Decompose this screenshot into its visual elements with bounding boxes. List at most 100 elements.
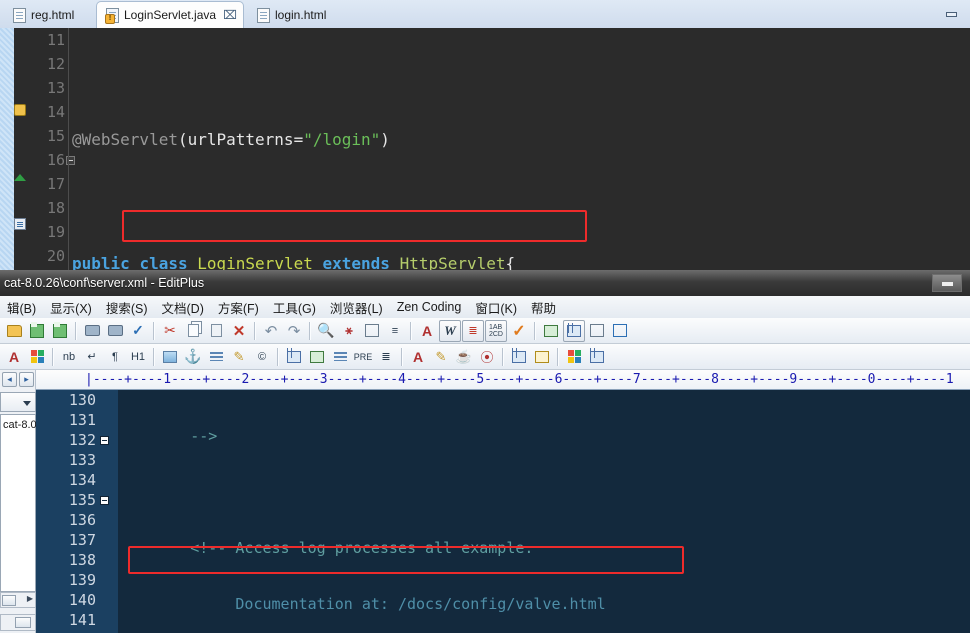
sidebar-nav-buttons: ◂ ▸	[2, 372, 34, 387]
save-icon[interactable]	[26, 320, 48, 342]
editor-tab-login-html[interactable]: login.html	[248, 2, 348, 28]
line-numbers-icon[interactable]: ≡	[384, 320, 406, 342]
paste-icon[interactable]	[205, 320, 227, 342]
menu-item-browser[interactable]: 浏览器(L)	[323, 298, 390, 317]
menu-item-view[interactable]: 显示(X)	[43, 298, 99, 317]
line-number: 130	[68, 391, 96, 409]
color-palette-icon[interactable]	[26, 346, 48, 368]
editplus-toolbar-row1: ✓ ✂ ✕ ↶ ↷ 🔍 ⚹ ≡ A W ≣ 1AB 2CD ✓	[0, 318, 970, 344]
line-number: 140	[68, 591, 96, 609]
list-view-icon[interactable]	[540, 320, 562, 342]
italic-w-icon[interactable]: W	[439, 319, 461, 342]
text-color-icon[interactable]: A	[3, 346, 25, 368]
heading-icon[interactable]: H1	[127, 346, 149, 368]
warning-marker-icon[interactable]	[14, 104, 26, 116]
collapse-arrow-icon[interactable]	[14, 174, 26, 181]
editplus-titlebar[interactable]: cat-8.0.26\conf\server.xml - EditPlus	[0, 270, 970, 296]
save-all-icon[interactable]	[49, 320, 71, 342]
spell-ok-icon[interactable]: ✓	[508, 320, 530, 342]
editor-tab-reg-html[interactable]: reg.html	[4, 2, 96, 28]
table-icon[interactable]	[283, 346, 305, 368]
menu-item-edit[interactable]: 辑(B)	[0, 298, 43, 317]
menu-item-window[interactable]: 窗口(K)	[468, 298, 524, 317]
code-line: -->	[190, 427, 218, 445]
toolbar-separator	[75, 321, 77, 340]
preview-icon[interactable]	[586, 320, 608, 342]
menu-item-zen-coding[interactable]: Zen Coding	[390, 300, 469, 314]
line-number: 13	[46, 79, 65, 97]
list-item[interactable]: cat-8.0	[1, 415, 37, 435]
toolbar-separator	[153, 347, 155, 366]
line-number: 19	[46, 223, 65, 241]
task-note-icon[interactable]	[14, 218, 26, 230]
editor-tab-label: LoginServlet.java	[124, 8, 217, 22]
color-grid-icon[interactable]	[563, 346, 585, 368]
find-replace-icon[interactable]: ⚹	[338, 320, 360, 342]
fold-toggle-icon[interactable]	[100, 496, 109, 505]
anchor-icon[interactable]: ⚓	[182, 346, 204, 368]
layout-view-icon[interactable]	[563, 319, 585, 342]
list-icon[interactable]: ≣	[375, 346, 397, 368]
edit-note-icon[interactable]: ✎	[228, 346, 250, 368]
eclipse-code-text[interactable]: @WebServlet(urlPatterns="/login") public…	[72, 28, 970, 633]
toolbar-separator	[52, 347, 54, 366]
doc-style-icon[interactable]: A	[407, 346, 429, 368]
redo-icon[interactable]: ↷	[283, 320, 305, 342]
goto-icon[interactable]	[361, 320, 383, 342]
close-icon[interactable]: ⌧	[223, 8, 237, 22]
form-field-icon[interactable]	[306, 346, 328, 368]
editplus-minimize-button[interactable]	[932, 274, 962, 292]
nav-next-button[interactable]: ▸	[19, 372, 34, 387]
menu-item-help[interactable]: 帮助	[524, 298, 563, 317]
menu-item-search[interactable]: 搜索(S)	[99, 298, 155, 317]
line-number: 138	[68, 551, 96, 569]
doc-edit-icon[interactable]: ✎	[430, 346, 452, 368]
nav-prev-button[interactable]: ◂	[2, 372, 17, 387]
editor-tab-loginservlet-java[interactable]: ! LoginServlet.java ⌧	[96, 1, 244, 28]
undo-icon[interactable]: ↶	[260, 320, 282, 342]
sidebar-bottom-scrollbar[interactable]	[0, 614, 36, 631]
browser-icon[interactable]	[609, 320, 631, 342]
sidebar-file-list[interactable]: cat-8.0	[0, 414, 37, 592]
pre-tag-icon[interactable]: PRE	[352, 346, 374, 368]
dialog-icon[interactable]	[508, 346, 530, 368]
code-line: Documentation at: /docs/config/valve.htm…	[235, 595, 606, 613]
toolbar-separator	[277, 347, 279, 366]
paragraph-icon[interactable]: ¶	[104, 346, 126, 368]
copyright-icon[interactable]: ©	[251, 346, 273, 368]
editplus-sidebar: ◂ ▸ cat-8.0	[0, 370, 37, 633]
sidebar-directory-dropdown[interactable]	[0, 392, 36, 412]
copy-icon[interactable]	[182, 320, 204, 342]
editplus-code-editor[interactable]: 130 131 132 133 134 135 136 137 138 139 …	[36, 390, 970, 633]
case-convert-icon[interactable]: 1AB 2CD	[485, 319, 507, 342]
menu-item-tools[interactable]: 工具(G)	[266, 298, 323, 317]
properties-icon[interactable]	[531, 346, 553, 368]
align-right-icon[interactable]	[329, 346, 351, 368]
line-number: 136	[68, 511, 96, 529]
print-preview-icon[interactable]	[81, 320, 103, 342]
sidebar-horizontal-scrollbar[interactable]	[0, 592, 36, 608]
panel-icon[interactable]	[586, 346, 608, 368]
eclipse-minimize-button[interactable]	[945, 8, 960, 19]
newline-icon[interactable]: ↵	[81, 346, 103, 368]
image-icon[interactable]	[159, 346, 181, 368]
eclipse-annotation-gutter[interactable]	[14, 28, 27, 270]
font-color-icon[interactable]: A	[416, 320, 438, 342]
fold-toggle-icon[interactable]	[100, 436, 109, 445]
open-folder-icon[interactable]	[3, 320, 25, 342]
eclipse-code-editor[interactable]: 11 12 13 14 15 16 17 18 19 20 @WebServle…	[0, 28, 970, 633]
cut-icon[interactable]: ✂	[159, 320, 181, 342]
eclipse-overview-ruler[interactable]	[0, 28, 14, 270]
coffee-icon[interactable]: ☕	[453, 346, 475, 368]
spellcheck-icon[interactable]: ✓	[127, 320, 149, 342]
align-icon[interactable]	[205, 346, 227, 368]
nb-entity-icon[interactable]: nb	[58, 346, 80, 368]
find-icon[interactable]: 🔍	[315, 320, 337, 342]
menu-item-project[interactable]: 方案(F)	[211, 298, 266, 317]
indent-icon[interactable]: ≣	[462, 319, 484, 342]
delete-icon[interactable]: ✕	[228, 320, 250, 342]
print-icon[interactable]	[104, 320, 126, 342]
editplus-code-text[interactable]: --> <!-- Access log processes all exampl…	[118, 390, 970, 633]
paint-icon[interactable]: ⦿	[476, 346, 498, 368]
menu-item-document[interactable]: 文档(D)	[155, 298, 211, 317]
